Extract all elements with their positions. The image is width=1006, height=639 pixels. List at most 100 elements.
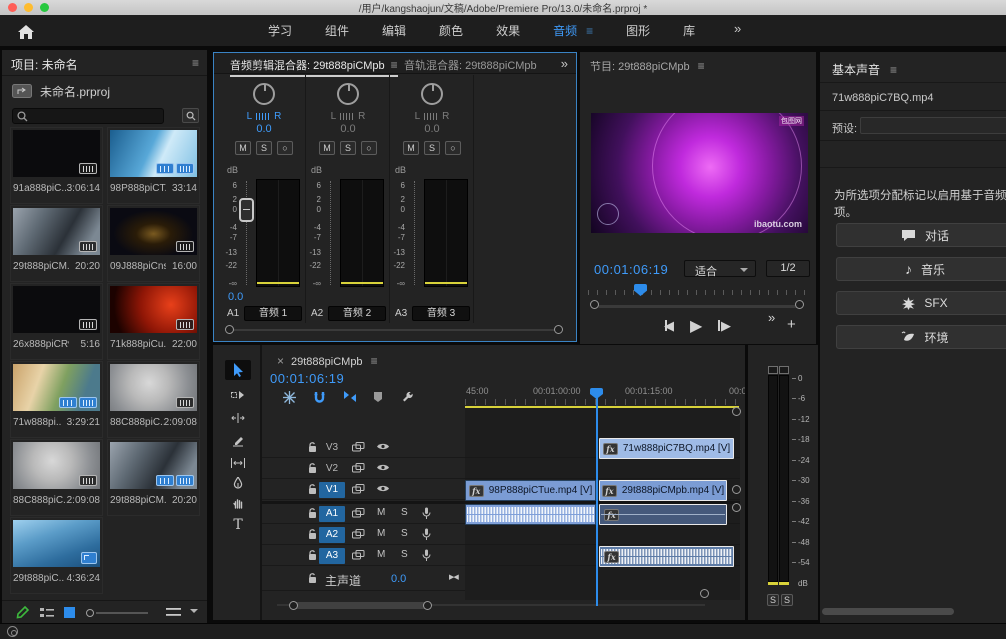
sync-lock-icon[interactable]	[352, 442, 365, 453]
program-panel-title[interactable]: 节目: 29t888piCMpb≡	[590, 58, 705, 74]
tag-sfx-button[interactable]: SFX	[836, 291, 1006, 315]
project-item[interactable]: 88C888piC..2:09:08	[13, 442, 100, 513]
lock-icon[interactable]	[308, 442, 317, 453]
solo-track-button[interactable]: S	[401, 507, 408, 518]
clip-thumbnail[interactable]	[13, 364, 100, 411]
zoom-level-select[interactable]: 适合	[684, 260, 756, 277]
lock-icon[interactable]	[308, 550, 317, 561]
fader-track[interactable]	[246, 181, 247, 285]
track-target-a2[interactable]: A2	[319, 527, 345, 543]
clip-name[interactable]: 29t888piCM..	[110, 495, 166, 506]
pan-knob[interactable]	[253, 83, 275, 105]
vertical-scroll-handle-top[interactable]	[732, 407, 741, 416]
pan-value[interactable]: 0.0	[390, 123, 474, 135]
track-name-field[interactable]: 音频 2	[328, 306, 386, 321]
clip-thumbnail[interactable]	[110, 442, 197, 489]
creative-cloud-icon[interactable]	[7, 626, 18, 637]
linked-selection-icon[interactable]	[343, 391, 357, 402]
snap-icon[interactable]	[313, 391, 326, 404]
track-output-eye-icon[interactable]	[376, 484, 390, 493]
play-button[interactable]: ▶	[690, 316, 702, 336]
tab-libraries[interactable]: 库	[683, 22, 695, 39]
mute-button[interactable]: M	[235, 141, 251, 155]
hand-tool[interactable]	[225, 493, 251, 513]
master-pan-icon[interactable]: ▶◀	[449, 573, 458, 581]
icon-view-button[interactable]	[64, 607, 75, 618]
pan-knob[interactable]	[421, 83, 443, 105]
write-keyframes-button[interactable]: ○	[361, 141, 377, 155]
solo-button[interactable]: S	[424, 141, 440, 155]
vertical-scroll-handle[interactable]	[732, 485, 741, 494]
mute-button[interactable]: M	[403, 141, 419, 155]
pen-tool[interactable]	[225, 473, 251, 493]
clip-name[interactable]: 26x888piCRvB..	[13, 339, 69, 350]
clip-name[interactable]: 29t888piCM..	[13, 261, 69, 272]
mute-button[interactable]: M	[319, 141, 335, 155]
solo-button[interactable]: S	[256, 141, 272, 155]
panel-menu-icon[interactable]: ≡	[391, 58, 398, 72]
chevron-down-icon[interactable]	[190, 609, 198, 617]
lock-icon[interactable]	[308, 529, 317, 540]
home-button[interactable]	[12, 22, 40, 42]
sync-lock-icon[interactable]	[352, 484, 365, 495]
scroll-end-handle[interactable]	[700, 589, 709, 598]
track-target-v2[interactable]: V2	[319, 461, 345, 477]
lock-icon[interactable]	[308, 573, 317, 584]
program-timecode[interactable]: 00:01:06:19	[594, 262, 668, 277]
timeline-audio-clip-a1-right[interactable]: fx	[599, 504, 727, 525]
zoom-slider-track[interactable]	[96, 612, 148, 614]
preset-select[interactable]	[860, 117, 1006, 134]
panel-menu-icon[interactable]: ≡	[192, 56, 199, 70]
tab-color[interactable]: 颜色	[439, 22, 463, 39]
tab-audio-clip-mixer[interactable]: 音频剪辑混合器: 29t888piCMpb≡	[230, 57, 398, 73]
timeline-clip-v1-98p[interactable]: fx 98P888piCTue.mp4 [V]	[465, 480, 596, 501]
pan-value[interactable]: 0.0	[222, 123, 306, 135]
clip-thumbnail[interactable]	[110, 364, 197, 411]
lane-a2[interactable]	[465, 525, 740, 545]
track-target-v3[interactable]: V3	[319, 440, 345, 456]
solo-button[interactable]: S	[340, 141, 356, 155]
timeline-audio-clip-a1-left[interactable]	[465, 504, 596, 525]
sort-icon[interactable]	[166, 608, 181, 617]
add-button[interactable]: +	[787, 316, 796, 333]
pan-value[interactable]: 0.0	[306, 123, 390, 135]
tab-learning[interactable]: 学习	[268, 22, 292, 39]
timeline-audio-clip-a3[interactable]: fx	[599, 546, 734, 567]
project-item[interactable]: 26x888piCRvB..5:16	[13, 286, 100, 357]
clip-thumbnail[interactable]	[110, 208, 197, 255]
workspace-overflow-button[interactable]: »	[734, 21, 741, 36]
mute-track-button[interactable]: M	[377, 507, 385, 518]
mixer-scrollbar-handle-left[interactable]	[225, 325, 234, 334]
search-input[interactable]	[12, 108, 164, 124]
zoom-handle-right[interactable]	[423, 601, 432, 610]
search-bin-button[interactable]	[182, 108, 199, 123]
mixer-scrollbar-track[interactable]	[231, 329, 561, 331]
type-tool[interactable]: T	[225, 515, 251, 535]
write-keyframes-button[interactable]: ○	[445, 141, 461, 155]
clip-name[interactable]: 88C888piC..	[110, 417, 164, 428]
program-scroll-handle-left[interactable]	[590, 300, 599, 309]
write-keyframes-button[interactable]: ○	[277, 141, 293, 155]
mute-track-button[interactable]: M	[377, 528, 385, 539]
lock-icon[interactable]	[308, 463, 317, 474]
lane-v2[interactable]	[465, 459, 740, 479]
mixer-scrollbar-handle-right[interactable]	[554, 325, 563, 334]
solo-left-button[interactable]: S	[767, 594, 779, 606]
fader-value[interactable]: 0.0	[228, 291, 243, 303]
track-name-field[interactable]: 音频 1	[244, 306, 302, 321]
sync-lock-icon[interactable]	[352, 508, 365, 519]
clip-name[interactable]: 29t888piC..	[13, 573, 64, 584]
program-mini-ruler[interactable]	[588, 290, 808, 295]
clip-thumbnail[interactable]	[13, 130, 100, 177]
panel-menu-icon[interactable]: ≡	[698, 59, 705, 73]
project-item[interactable]: 98P888piCT..33:14	[110, 130, 197, 201]
project-item[interactable]: 71w888pi..3:29:21	[13, 364, 100, 435]
step-back-button[interactable]: ◀	[664, 318, 667, 333]
add-marker-icon[interactable]	[373, 391, 383, 403]
clip-name[interactable]: 88C888piC..	[13, 495, 67, 506]
button-editor-overflow[interactable]: »	[768, 310, 775, 325]
track-target-v1[interactable]: V1	[319, 482, 345, 498]
project-item[interactable]: 29t888piCM..20:20	[110, 442, 197, 513]
tag-dialogue-button[interactable]: 对话	[836, 223, 1006, 247]
mute-track-button[interactable]: M	[377, 549, 385, 560]
